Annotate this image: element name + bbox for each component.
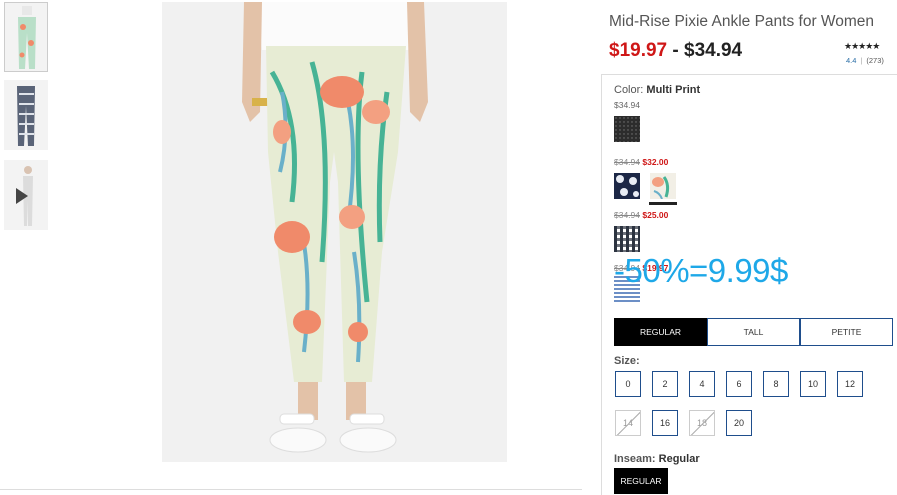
- size-label-text: Size:: [614, 355, 640, 367]
- size-option-8[interactable]: 8: [763, 371, 789, 397]
- price-low: $19.97: [609, 40, 668, 61]
- divider: [0, 489, 582, 490]
- swatch-multi-print[interactable]: [650, 173, 676, 199]
- color-price-sale-2: $34.94 $25.00: [614, 210, 668, 220]
- size-option-4[interactable]: 4: [689, 371, 715, 397]
- fit-tab-tall[interactable]: TALL: [707, 318, 800, 346]
- inseam-selected: Regular: [658, 453, 700, 465]
- inseam-label-text: Inseam:: [614, 453, 656, 465]
- size-option-14-unavailable[interactable]: 14: [615, 410, 641, 436]
- rating-summary[interactable]: 4.4 | (273): [846, 56, 884, 65]
- sale-price: $25.00: [642, 210, 669, 220]
- product-title: Mid-Rise Pixie Ankle Pants for Women: [609, 13, 875, 30]
- star-rating-icon[interactable]: ★★★★★: [844, 41, 880, 52]
- fit-tab-petite[interactable]: PETITE: [800, 318, 893, 346]
- price-high: $34.94: [684, 40, 743, 61]
- rating-value: 4.4: [846, 56, 857, 65]
- size-option-0[interactable]: 0: [615, 371, 641, 397]
- price-range: $19.97 - $34.94: [609, 40, 742, 62]
- fit-tab-regular[interactable]: REGULAR: [614, 318, 707, 346]
- size-option-10[interactable]: 10: [800, 371, 826, 397]
- selected-swatch-indicator: [649, 202, 677, 205]
- thumbnail-gingham-pants[interactable]: [4, 80, 48, 150]
- color-label-text: Color:: [614, 84, 644, 96]
- color-selected: Multi Print: [646, 84, 701, 96]
- old-price: $34.94: [614, 157, 640, 167]
- unavailable-slash: [690, 411, 714, 435]
- size-option-12[interactable]: 12: [837, 371, 863, 397]
- rating-separator: |: [860, 56, 863, 65]
- thumbnail-video[interactable]: [4, 160, 48, 230]
- review-count: (273): [866, 56, 884, 65]
- color-label: Color: Multi Print: [614, 84, 700, 96]
- size-option-6[interactable]: 6: [726, 371, 752, 397]
- unavailable-slash: [616, 411, 640, 435]
- size-option-18-unavailable[interactable]: 18: [689, 410, 715, 436]
- swatch-black-dots[interactable]: [614, 116, 640, 142]
- swatch-navy-floral[interactable]: [614, 173, 640, 199]
- size-option-20[interactable]: 20: [726, 410, 752, 436]
- swatch-gingham[interactable]: [614, 226, 640, 252]
- size-option-16[interactable]: 16: [652, 410, 678, 436]
- main-product-image[interactable]: [162, 2, 507, 462]
- inseam-option-regular[interactable]: REGULAR: [614, 468, 668, 494]
- color-price-sale-1: $34.94 $32.00: [614, 157, 668, 167]
- color-price-regular: $34.94: [614, 100, 640, 110]
- sale-price: $32.00: [642, 157, 669, 167]
- size-option-2[interactable]: 2: [652, 371, 678, 397]
- price-separator: -: [667, 40, 685, 61]
- discount-overlay-text: -50%=9.99$: [614, 252, 788, 289]
- inseam-label: Inseam: Regular: [614, 453, 700, 465]
- old-price: $34.94: [614, 210, 640, 220]
- thumbnail-floral-pants[interactable]: [4, 2, 48, 72]
- size-label: Size:: [614, 355, 640, 367]
